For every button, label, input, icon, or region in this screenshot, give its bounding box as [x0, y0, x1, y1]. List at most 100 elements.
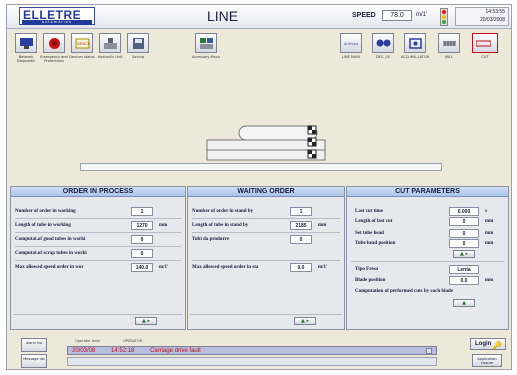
svg-text:DEVICE: DEVICE: [77, 42, 90, 46]
header-bar: ELLETRE automation LINE SPEED 78.0 m/1' …: [7, 5, 511, 29]
oip-row-label: Length of tube in working: [15, 223, 71, 228]
oip-row-label: Max allowed speed order in wor: [15, 265, 84, 270]
speed-label: SPEED: [352, 12, 376, 19]
toolbar: Network Diagnostic Emergency and Protect…: [7, 30, 511, 67]
cp-tube-head-position: 0: [449, 239, 479, 248]
elletre-logo: ELLETRE automation: [19, 7, 95, 25]
cut-button[interactable]: [472, 33, 498, 53]
devices-status-label: Devices status: [69, 55, 95, 59]
waiting-order-title: WAITING ORDER: [188, 187, 344, 197]
login-button[interactable]: Login 🔑: [470, 338, 506, 350]
cp-tipo-fresa-value[interactable]: Lenta: [449, 265, 479, 274]
accessory-icon: [200, 38, 213, 49]
mill-icon: [443, 41, 456, 46]
emergency-label: Emergency and Protections: [40, 55, 68, 63]
alarm-row[interactable]: 20/03/08 14:52:18 Carriage drive fault: [67, 346, 437, 355]
oip-tube-length: 1270: [131, 221, 153, 230]
network-diagnostic-label: Network Diagnostic: [16, 55, 36, 63]
oip-expand-button[interactable]: ▲ ▸: [135, 317, 157, 325]
hydraulic-unit-button[interactable]: [99, 33, 121, 53]
oip-good-tubes: 0: [131, 235, 153, 244]
cp-tube-head-button[interactable]: ▲ ▸: [453, 250, 475, 258]
devices-icon: DEVICE: [75, 38, 90, 49]
devices-status-button[interactable]: DEVICE: [71, 33, 93, 53]
cp-length-unit: mm: [485, 219, 494, 224]
cp-head-unit: mm: [485, 231, 494, 236]
wo-order-number: 1: [290, 207, 312, 216]
accessory-menu-button[interactable]: [195, 33, 217, 53]
cut-machine-diagram: [7, 68, 511, 189]
cp-row-label: Length of last cut: [355, 219, 393, 224]
status-lamp-icon: [440, 8, 448, 26]
decoiler-button[interactable]: [372, 33, 394, 53]
wo-max-speed: 0.0: [290, 263, 312, 272]
oip-bottom-strip: ▲ ▸: [13, 314, 183, 326]
alarm-row-empty[interactable]: [67, 357, 437, 366]
alarm-date: 20/03/08: [72, 348, 96, 354]
oip-row-label: Computat.of good tubes in worki: [15, 237, 86, 242]
cp-row-label: Set tube head: [355, 231, 384, 236]
accessory-menu-label: Accessory Menu: [191, 55, 221, 59]
arrow-up-icon: ▲: [462, 300, 466, 306]
cp-last-cut-time: 0.000: [449, 207, 479, 216]
oip-max-speed: 140.0: [131, 263, 153, 272]
cut-parameters-title: CUT PARAMETERS: [347, 187, 508, 197]
wo-row-label: Length of tube in stand by: [192, 223, 249, 228]
oip-row-label: Number of order in working: [15, 209, 76, 214]
oip-order-number: 1: [131, 207, 153, 216]
line-main-label: LINE MAIN: [342, 55, 360, 59]
oip-scrap-tubes: 0: [131, 249, 153, 258]
speed-unit: m/1': [416, 12, 428, 18]
saving-icon: [133, 38, 144, 49]
accumulator-icon: [409, 38, 422, 49]
cp-blade-unit: mm: [485, 278, 494, 283]
accumulator-button[interactable]: [404, 33, 426, 53]
decoiler-icon: [376, 39, 391, 47]
cut-icon: [476, 40, 491, 47]
saving-button[interactable]: [127, 33, 149, 53]
oip-row-label: Computat.of scrap tubes in worki: [15, 251, 87, 256]
cp-computation-button[interactable]: ▲: [453, 299, 475, 307]
line-main-button[interactable]: ArVisina: [340, 33, 362, 53]
emergency-button[interactable]: [43, 33, 65, 53]
emergency-icon: [49, 38, 60, 49]
alarm-list-button[interactable]: Alarm list: [21, 338, 47, 352]
cp-row-label: Last cut time: [355, 209, 384, 214]
hydraulic-unit-label: Hydraulic Unit: [97, 55, 123, 59]
tube-rail: [80, 163, 442, 171]
waiting-order-panel: WAITING ORDER Number of order in stand b…: [187, 186, 345, 330]
page-title: LINE: [207, 8, 239, 24]
arrow-up-icon: ▲ ▸: [460, 251, 468, 257]
svg-text:ArVisina: ArVisina: [344, 42, 358, 46]
saving-label: Saving: [132, 55, 144, 59]
oip-length-unit: mm: [159, 223, 168, 228]
cp-set-tube-head[interactable]: 0: [449, 229, 479, 238]
cut-parameters-panel: CUT PARAMETERS Last cut time 0.000 s Len…: [346, 186, 509, 330]
decoiler-label: DEC. J/S: [375, 55, 390, 59]
order-in-process-title: ORDER IN PROCESS: [11, 187, 185, 197]
cp-computation-label: Computation of performed cuts by each bl…: [355, 289, 454, 294]
cp-position-unit: mm: [485, 241, 494, 246]
wo-bottom-strip: ▲ ▸: [190, 314, 342, 326]
wo-length-unit: mm: [318, 223, 327, 228]
operator-level-value: OPERATOR: [123, 339, 143, 343]
operator-level-label: Operator level: [75, 339, 101, 343]
wo-row-label: Number of order in stand by: [192, 209, 254, 214]
footer-bar: Alarm list Message list Operator level O…: [7, 332, 511, 369]
cp-tipo-fresa-label: Tipo Fresa: [355, 267, 379, 272]
mill-button[interactable]: [438, 33, 460, 53]
wo-speed-unit: m/1': [318, 265, 328, 270]
order-in-process-panel: ORDER IN PROCESS Number of order in work…: [10, 186, 186, 330]
message-list-button[interactable]: Message list: [21, 354, 47, 368]
wo-tube-length: 2185: [290, 221, 312, 230]
alarm-text: Carriage drive fault: [150, 348, 201, 354]
cp-row-label: Tube head position: [355, 241, 396, 246]
sensor-marker-icon: [307, 125, 317, 159]
application-closure-button[interactable]: Application closure: [472, 354, 502, 367]
operator-level: Operator level OPERATOR: [67, 338, 437, 344]
cp-blade-position-label: Blade position: [355, 278, 386, 283]
wo-expand-button[interactable]: ▲ ▸: [294, 317, 316, 325]
network-diagnostic-button[interactable]: [15, 33, 37, 53]
scroll-handle-icon[interactable]: [426, 348, 432, 354]
cp-blade-position-value: 0.0: [449, 276, 479, 285]
